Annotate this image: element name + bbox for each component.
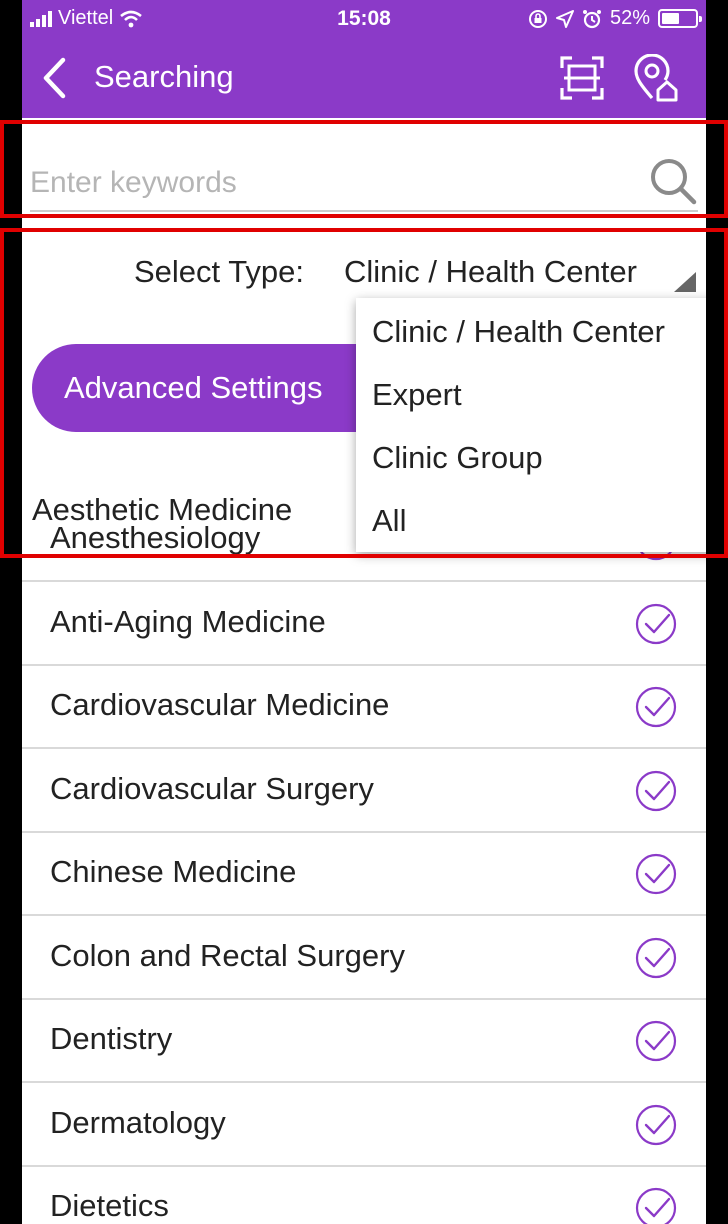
check-circle-icon[interactable]: [634, 852, 678, 896]
app-screen: Viettel 15:08 52% Searching Enter keywor…: [22, 0, 706, 1224]
menu-item-clinic-group[interactable]: Clinic Group: [372, 440, 543, 476]
list-item-label: Anti-Aging Medicine: [50, 603, 326, 639]
select-type-label: Select Type:: [134, 254, 305, 289]
menu-item-expert[interactable]: Expert: [372, 377, 462, 413]
list-item-label: Colon and Rectal Surgery: [50, 937, 405, 973]
list-item-label: Cardiovascular Surgery: [50, 770, 374, 806]
status-right: 52%: [528, 7, 702, 30]
location-home-icon: [634, 53, 678, 102]
page-title: Searching: [94, 59, 234, 94]
menu-item-clinic-health-center[interactable]: Clinic / Health Center: [372, 314, 665, 350]
list-item[interactable]: Colon and Rectal Surgery: [22, 916, 706, 1000]
list-item-label: Chinese Medicine: [50, 854, 297, 889]
list-item-label: Dentistry: [50, 1021, 173, 1056]
list-item-label: Anesthesiology: [50, 520, 261, 555]
alarm-icon: [582, 9, 601, 28]
battery-percent: 52%: [609, 7, 650, 29]
search-input[interactable]: [30, 160, 630, 206]
advanced-settings-button[interactable]: Advanced Settings: [32, 344, 412, 432]
list-item[interactable]: Dermatology: [22, 1083, 706, 1167]
rotation-lock-icon: [528, 9, 547, 28]
status-bar: Viettel 15:08 52%: [22, 0, 706, 38]
check-circle-icon[interactable]: [634, 1186, 678, 1224]
select-type-dropdown[interactable]: Clinic / Health Center: [344, 254, 637, 290]
check-circle-icon[interactable]: [634, 685, 678, 729]
location-home-button[interactable]: [632, 53, 680, 102]
check-circle-icon[interactable]: [634, 936, 678, 980]
list-item-label: Cardiovascular Medicine: [50, 687, 390, 722]
check-circle-icon[interactable]: [634, 1019, 678, 1063]
chevron-left-icon: [43, 57, 66, 99]
list-item-label: Dietetics: [50, 1188, 169, 1223]
search-bar: [30, 150, 698, 212]
list-item[interactable]: Cardiovascular Surgery: [22, 749, 706, 833]
list-item[interactable]: Dentistry: [22, 999, 706, 1083]
list-item[interactable]: Chinese Medicine: [22, 832, 706, 916]
select-type-menu: Clinic / Health Center Expert Clinic Gro…: [356, 298, 706, 552]
back-button[interactable]: [36, 54, 72, 102]
battery-icon: [658, 9, 702, 28]
menu-item-all[interactable]: All: [372, 503, 406, 539]
search-icon: [651, 159, 697, 205]
list-item-label: Dermatology: [50, 1104, 226, 1140]
scan-icon: [560, 56, 604, 100]
check-circle-icon[interactable]: [634, 1103, 678, 1147]
select-type-row: Select Type: Clinic / Health Center: [22, 250, 706, 294]
list-item[interactable]: Cardiovascular Medicine: [22, 665, 706, 749]
location-arrow-icon: [555, 9, 574, 28]
check-circle-icon[interactable]: [634, 602, 678, 646]
list-item[interactable]: Anti-Aging Medicine: [22, 582, 706, 666]
app-header: Viettel 15:08 52% Searching: [22, 0, 706, 118]
search-button[interactable]: [648, 156, 698, 206]
check-circle-icon[interactable]: [634, 769, 678, 813]
scan-button[interactable]: [558, 54, 606, 102]
nav-bar: Searching: [22, 44, 706, 112]
dropdown-caret-icon[interactable]: [674, 272, 696, 292]
list-item[interactable]: Dietetics: [22, 1166, 706, 1224]
